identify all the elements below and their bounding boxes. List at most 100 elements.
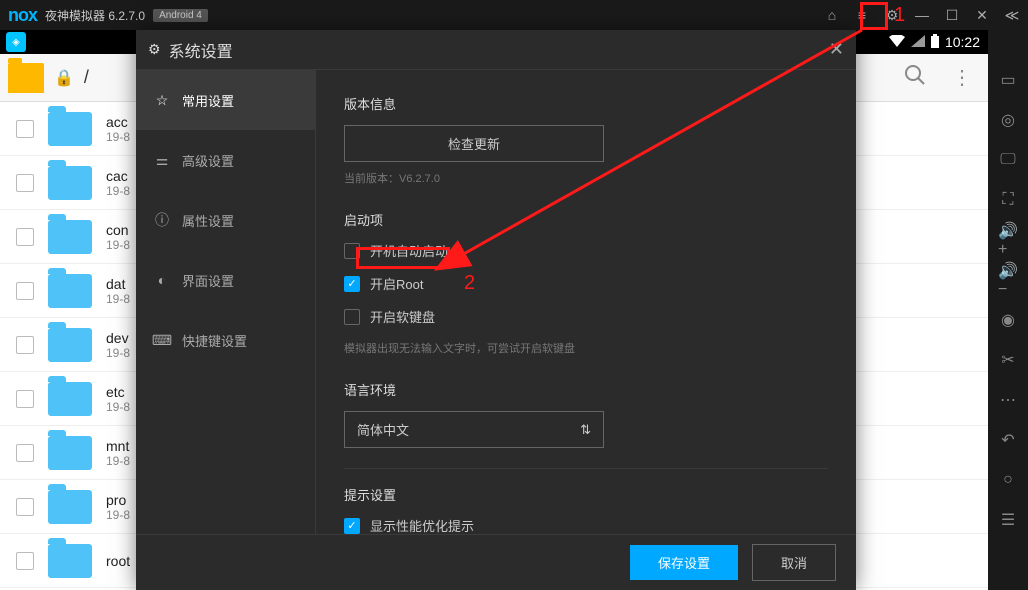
file-name: dat [106,276,130,292]
minimize-icon[interactable]: ― [914,7,930,23]
titlebar: nox 夜神模拟器 6.2.7.0 Android 4 ⌂ ≡ ⚙ ― ☐ ✕ … [0,0,1028,30]
android-home-icon[interactable]: ○ [998,470,1018,490]
row-checkbox[interactable] [16,336,34,354]
emulator-screen: ◈ 10:22 🔒 / ⋮ acc19-8 cac [0,30,988,590]
maximize-icon[interactable]: ☐ [944,7,960,23]
folder-icon [48,544,92,578]
row-checkbox[interactable] [16,120,34,138]
checkbox-row-root[interactable]: ✓ 开启Root [344,274,828,293]
file-name: etc [106,384,130,400]
gear-icon[interactable]: ⚙ [884,7,900,23]
modal-close-icon[interactable]: ✕ [829,39,844,60]
chevron-left-icon[interactable]: ≪ [1004,7,1020,23]
home-icon[interactable]: ⌂ [824,7,840,23]
android-badge: Android 4 [153,9,208,22]
folder-icon [48,166,92,200]
sidebar-item-label: 高级设置 [182,151,234,170]
folder-icon [48,220,92,254]
file-date: 19-8 [106,238,130,252]
sidebar-item-properties[interactable]: ⓘ 属性设置 [136,190,315,250]
sidebar-item-label: 常用设置 [182,91,234,110]
checkbox-label: 开机自动启动 [370,241,448,260]
section-startup: 启动项 [344,210,828,229]
checkbox-perftip[interactable]: ✓ [344,518,360,534]
row-checkbox[interactable] [16,282,34,300]
section-tips: 提示设置 [344,485,828,504]
modal-footer: 保存设置 取消 [136,534,856,590]
search-icon[interactable] [904,64,926,92]
scissors-icon[interactable]: ✂ [998,350,1018,370]
multi-instance-icon[interactable]: ⛶ [998,190,1018,210]
sidebar-item-shortcuts[interactable]: ⌨快捷键设置 [136,310,315,370]
checkbox-row-softkeyboard[interactable]: 开启软键盘 [344,307,828,326]
sidebar-item-label: 属性设置 [182,211,234,230]
row-checkbox[interactable] [16,444,34,462]
row-checkbox[interactable] [16,390,34,408]
app-title: 夜神模拟器 6.2.7.0 [45,7,145,24]
checkbox-row-autostart[interactable]: 开机自动启动 [344,241,828,260]
sidebar-item-label: 快捷键设置 [182,331,247,350]
select-value: 简体中文 [357,420,409,439]
sidebar-item-advanced[interactable]: ⚌高级设置 [136,130,315,190]
more-icon[interactable]: ⋯ [998,390,1018,410]
my-computer-icon[interactable]: 🖵 [998,150,1018,170]
lock-icon: 🔒 [54,68,74,88]
select-arrows-icon: ⇅ [580,422,591,438]
folder-icon [48,328,92,362]
menu-lines-icon[interactable]: ≡ [854,7,870,23]
save-button[interactable]: 保存设置 [630,545,738,580]
sidebar-item-general[interactable]: ☆常用设置 [136,70,315,130]
row-checkbox[interactable] [16,552,34,570]
sidebar-item-interface[interactable]: ◐ 界面设置 [136,250,315,310]
folder-icon [48,436,92,470]
file-date: 19-8 [106,130,130,144]
folder-icon [48,274,92,308]
recent-apps-icon[interactable]: ☰ [998,510,1018,530]
file-name: cac [106,168,130,184]
breadcrumb-path[interactable]: / [84,67,89,88]
modal-header: ⚙ 系统设置 ✕ [136,30,856,70]
home-folder-icon[interactable] [8,63,44,93]
section-version: 版本信息 [344,94,828,113]
checkbox-label: 开启软键盘 [370,307,435,326]
language-select[interactable]: 简体中文 ⇅ [344,411,604,448]
file-date: 19-8 [106,184,130,198]
file-name: acc [106,114,130,130]
row-checkbox[interactable] [16,174,34,192]
theme-icon: ◐ [154,272,170,288]
file-date: 19-8 [106,292,130,306]
checkbox-label: 显示性能优化提示 [370,516,474,534]
section-language: 语言环境 [344,380,828,399]
screenshot-icon[interactable]: ◉ [998,310,1018,330]
folder-icon [48,112,92,146]
volume-up-icon[interactable]: 🔊+ [998,230,1018,250]
status-time: 10:22 [945,34,980,50]
folder-icon [48,490,92,524]
sidebar-item-label: 界面设置 [182,271,234,290]
check-update-button[interactable]: 检查更新 [344,125,604,162]
row-checkbox[interactable] [16,228,34,246]
battery-icon [931,34,939,51]
file-name: root [106,553,130,569]
checkbox-label: 开启Root [370,274,423,293]
settings-modal: ⚙ 系统设置 ✕ ☆常用设置 ⚌高级设置 ⓘ属性设置 ◐界面设置 ⌨快捷键设置 … [136,30,856,590]
divider [344,468,828,469]
more-menu-icon[interactable]: ⋮ [952,65,972,90]
checkbox-softkeyboard[interactable] [344,309,360,325]
checkbox-autostart[interactable] [344,243,360,259]
volume-down-icon[interactable]: 🔊− [998,270,1018,290]
file-date: 19-8 [106,346,130,360]
row-checkbox[interactable] [16,498,34,516]
settings-content: 版本信息 检查更新 当前版本：V6.2.7.0 启动项 开机自动启动 ✓ 开启R… [316,70,856,534]
back-icon[interactable]: ↶ [998,430,1018,450]
close-icon[interactable]: ✕ [974,7,990,23]
location-icon[interactable]: ◎ [998,110,1018,130]
keyboard-map-icon[interactable]: ▭ [998,70,1018,90]
file-date: 19-8 [106,508,130,522]
cancel-button[interactable]: 取消 [752,544,836,581]
folder-icon [48,382,92,416]
checkbox-row-perftip[interactable]: ✓ 显示性能优化提示 [344,516,828,534]
info-icon: ⓘ [154,212,170,228]
file-name: con [106,222,130,238]
checkbox-root[interactable]: ✓ [344,276,360,292]
